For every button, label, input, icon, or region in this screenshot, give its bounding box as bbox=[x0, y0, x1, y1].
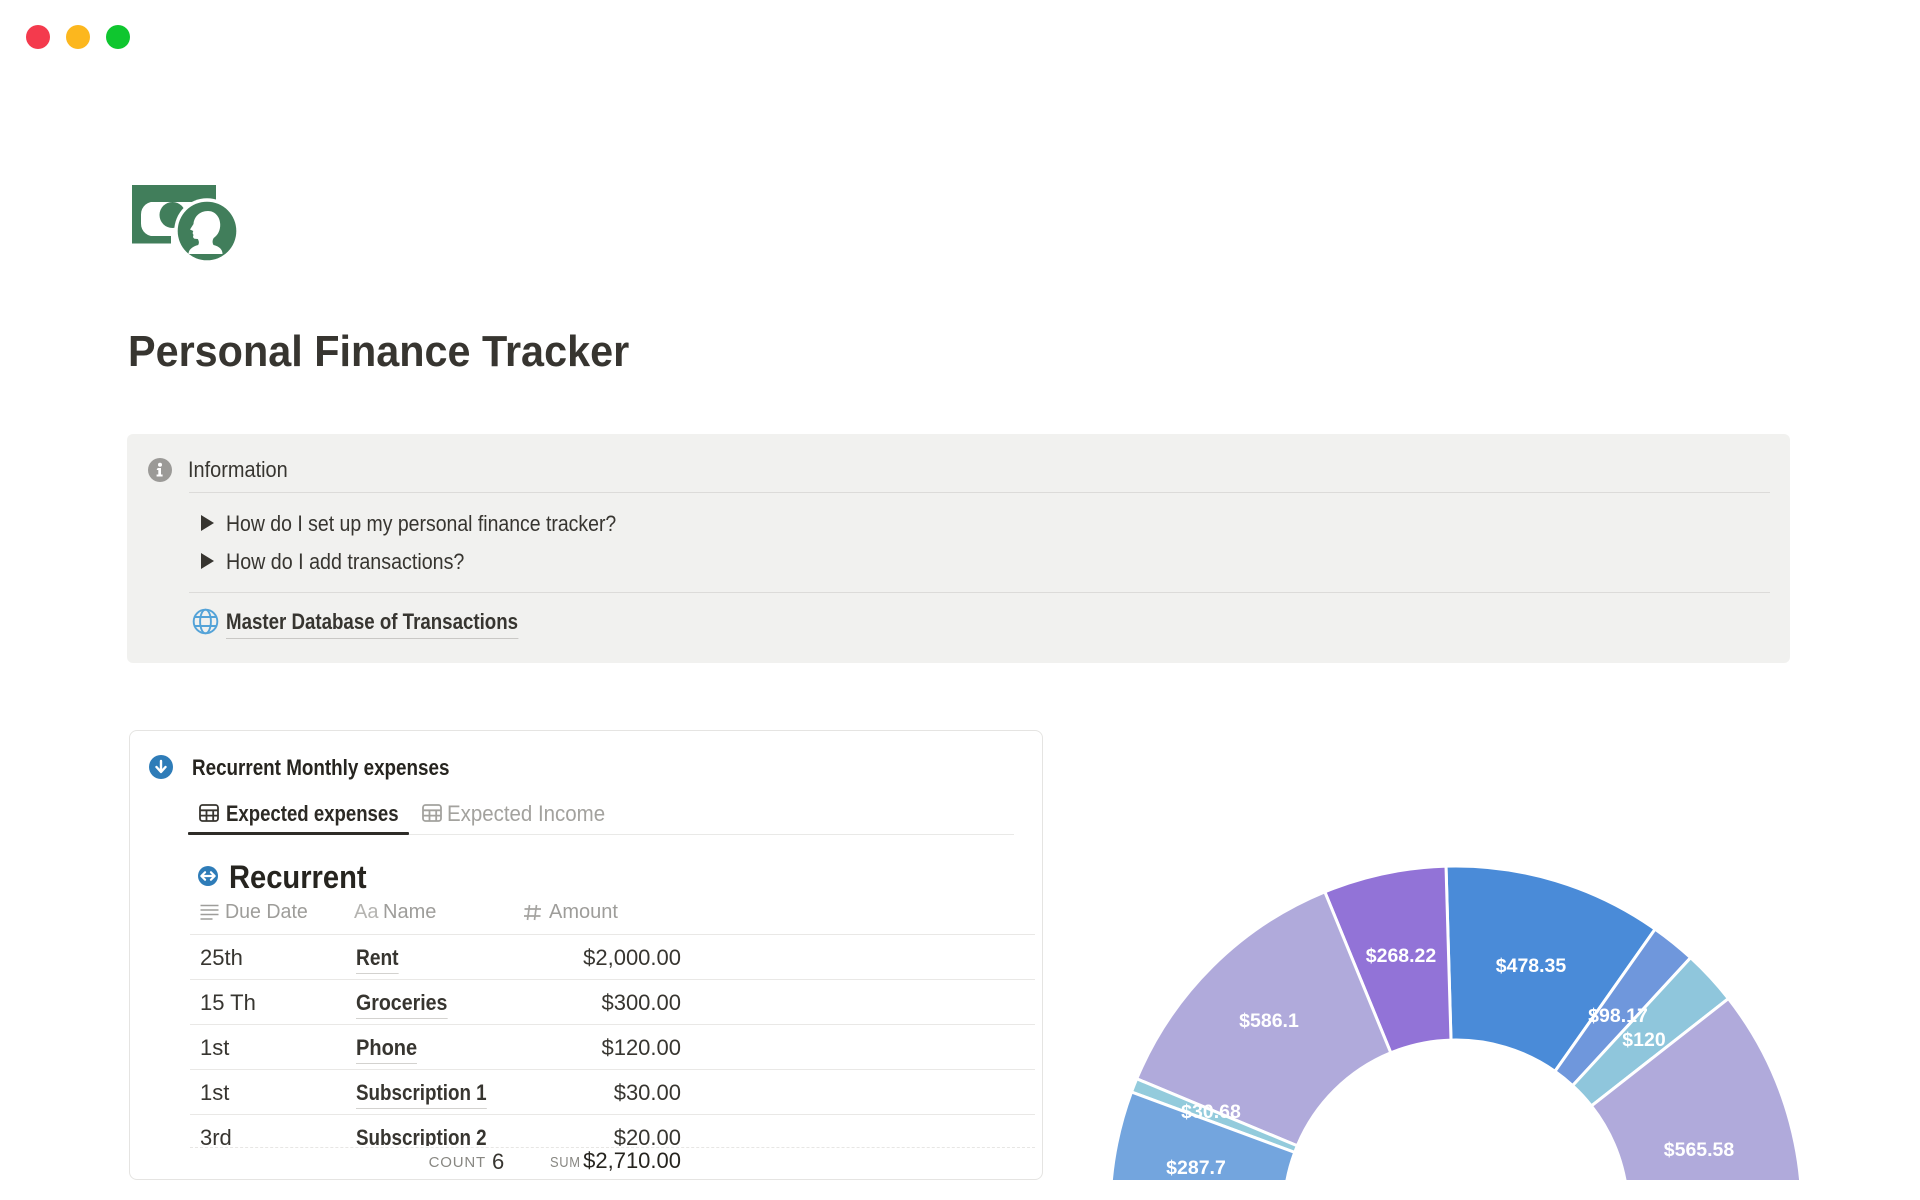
svg-text:$565.58: $565.58 bbox=[1664, 1139, 1735, 1161]
svg-text:$478.35: $478.35 bbox=[1496, 955, 1567, 977]
svg-text:$120: $120 bbox=[1622, 1029, 1666, 1051]
svg-text:$287.7: $287.7 bbox=[1166, 1157, 1226, 1179]
svg-text:$586.1: $586.1 bbox=[1239, 1010, 1299, 1032]
svg-text:$30.68: $30.68 bbox=[1181, 1101, 1241, 1123]
svg-text:$98.17: $98.17 bbox=[1588, 1005, 1648, 1027]
svg-text:$268.22: $268.22 bbox=[1366, 945, 1437, 967]
